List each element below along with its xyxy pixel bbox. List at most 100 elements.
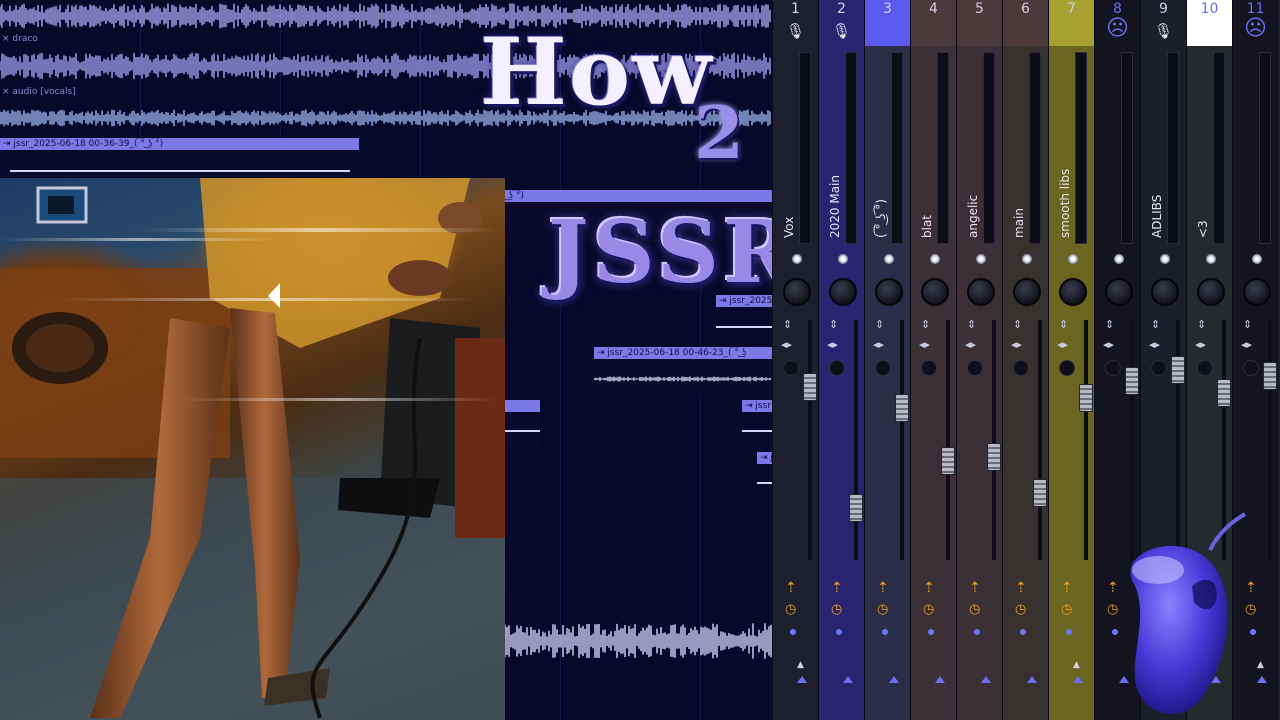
stereo-icon[interactable]: ◂▸ bbox=[873, 338, 884, 351]
enable-led[interactable] bbox=[976, 254, 986, 264]
updown-icon[interactable]: ⇕ bbox=[921, 318, 930, 331]
volume-fader[interactable] bbox=[941, 447, 955, 476]
stereo-sep-knob[interactable] bbox=[875, 360, 891, 376]
volume-fader[interactable] bbox=[1217, 379, 1231, 408]
strip-name[interactable]: ADLIBS bbox=[1150, 195, 1164, 238]
strip-name[interactable]: angelic bbox=[966, 195, 980, 238]
route-dot[interactable] bbox=[882, 629, 888, 635]
route-arrow-icon[interactable] bbox=[797, 676, 807, 683]
stereo-sep-knob[interactable] bbox=[1059, 360, 1075, 376]
mixer-strip-1[interactable]: 1 🎙 Vox ⇕ ◂▸ ⇡ ◷ ▲ bbox=[772, 0, 818, 720]
strip-name[interactable]: ( ͡° ͜ʖ ͡°) bbox=[874, 199, 888, 238]
updown-icon[interactable]: ⇕ bbox=[1013, 318, 1022, 331]
clock-icon[interactable]: ◷ bbox=[1015, 602, 1026, 617]
pan-knob[interactable] bbox=[1059, 278, 1087, 306]
enable-led[interactable] bbox=[1252, 254, 1262, 264]
stereo-icon[interactable]: ◂▸ bbox=[965, 338, 976, 351]
clock-icon[interactable]: ◷ bbox=[969, 602, 980, 617]
enable-led[interactable] bbox=[1114, 254, 1124, 264]
stereo-icon[interactable]: ◂▸ bbox=[919, 338, 930, 351]
route-dot[interactable] bbox=[1020, 629, 1026, 635]
audio-clip[interactable]: ⇥ jssr_2025-06-18 00-36-39_( ͡° ͜ʖ ͡°) bbox=[0, 138, 359, 150]
route-dot[interactable] bbox=[1250, 629, 1256, 635]
pan-knob[interactable] bbox=[1197, 278, 1225, 306]
volume-fader[interactable] bbox=[1125, 366, 1139, 395]
route-arrow-icon[interactable] bbox=[1257, 676, 1267, 683]
strip-name[interactable]: <3 bbox=[1196, 220, 1210, 238]
stereo-sep-knob[interactable] bbox=[829, 360, 845, 376]
updown-icon[interactable]: ⇕ bbox=[1059, 318, 1068, 331]
audio-clip[interactable]: ⇥ jss bbox=[757, 452, 772, 464]
route-dot[interactable] bbox=[1066, 629, 1072, 635]
pan-knob[interactable] bbox=[783, 278, 811, 306]
stereo-sep-knob[interactable] bbox=[1151, 360, 1167, 376]
volume-fader[interactable] bbox=[1171, 356, 1185, 385]
strip-name[interactable]: Vox bbox=[782, 217, 796, 238]
pan-knob[interactable] bbox=[1013, 278, 1041, 306]
stereo-sep-knob[interactable] bbox=[967, 360, 983, 376]
arrow-route-icon[interactable]: ⇡ bbox=[1061, 580, 1073, 596]
mixer-strip-3[interactable]: 3 ( ͡° ͜ʖ ͡°) ⇕ ◂▸ ⇡ ◷ bbox=[864, 0, 910, 720]
stereo-icon[interactable]: ◂▸ bbox=[1103, 338, 1114, 351]
route-arrow-icon[interactable] bbox=[1073, 676, 1083, 683]
updown-icon[interactable]: ⇕ bbox=[829, 318, 838, 331]
stereo-sep-knob[interactable] bbox=[783, 360, 799, 376]
arrow-route-icon[interactable]: ⇡ bbox=[1107, 580, 1119, 596]
stereo-icon[interactable]: ◂▸ bbox=[781, 338, 792, 351]
route-arrow-icon[interactable] bbox=[1027, 676, 1037, 683]
strip-name[interactable]: 2020 Main bbox=[828, 175, 842, 238]
mixer-strip-4[interactable]: 4 blat ⇕ ◂▸ ⇡ ◷ bbox=[910, 0, 956, 720]
updown-icon[interactable]: ⇕ bbox=[1105, 318, 1114, 331]
clock-icon[interactable]: ◷ bbox=[877, 602, 888, 617]
updown-icon[interactable]: ⇕ bbox=[875, 318, 884, 331]
strip-name[interactable]: main bbox=[1012, 208, 1026, 238]
expand-caret-icon[interactable]: ▲ bbox=[797, 660, 804, 670]
stereo-icon[interactable]: ◂▸ bbox=[827, 338, 838, 351]
route-dot[interactable] bbox=[836, 629, 842, 635]
updown-icon[interactable]: ⇕ bbox=[967, 318, 976, 331]
strip-name[interactable]: blat bbox=[920, 215, 934, 238]
stereo-icon[interactable]: ◂▸ bbox=[1011, 338, 1022, 351]
stereo-icon[interactable]: ◂▸ bbox=[1057, 338, 1068, 351]
volume-fader[interactable] bbox=[987, 442, 1001, 471]
pan-knob[interactable] bbox=[1243, 278, 1271, 306]
enable-led[interactable] bbox=[838, 254, 848, 264]
volume-fader[interactable] bbox=[1263, 362, 1277, 391]
stereo-sep-knob[interactable] bbox=[1013, 360, 1029, 376]
volume-fader[interactable] bbox=[803, 373, 817, 401]
stereo-sep-knob[interactable] bbox=[1105, 360, 1121, 376]
stereo-icon[interactable]: ◂▸ bbox=[1149, 338, 1160, 351]
volume-fader[interactable] bbox=[895, 394, 909, 423]
arrow-route-icon[interactable]: ⇡ bbox=[1015, 580, 1027, 596]
clip-waveform[interactable] bbox=[505, 620, 772, 662]
strip-name[interactable]: smooth libs bbox=[1058, 169, 1072, 238]
mixer-strip-5[interactable]: 5 angelic ⇕ ◂▸ ⇡ ◷ bbox=[956, 0, 1002, 720]
mixer-strip-2[interactable]: 2 🎙 2020 Main ⇕ ◂▸ ⇡ ◷ bbox=[818, 0, 864, 720]
route-dot[interactable] bbox=[974, 629, 980, 635]
enable-led[interactable] bbox=[792, 254, 802, 264]
route-arrow-icon[interactable] bbox=[889, 676, 899, 683]
audio-clip[interactable]: ͡° ͜ʖ ͡°) bbox=[498, 190, 772, 202]
audio-clip-body[interactable] bbox=[0, 150, 359, 178]
route-arrow-icon[interactable] bbox=[843, 676, 853, 683]
expand-caret-icon[interactable]: ▲ bbox=[1257, 660, 1264, 670]
clock-icon[interactable]: ◷ bbox=[1107, 602, 1118, 617]
clock-icon[interactable]: ◷ bbox=[831, 602, 842, 617]
stereo-icon[interactable]: ◂▸ bbox=[1241, 338, 1252, 351]
updown-icon[interactable]: ⇕ bbox=[783, 318, 792, 331]
enable-led[interactable] bbox=[1160, 254, 1170, 264]
volume-fader[interactable] bbox=[1033, 479, 1047, 507]
arrow-route-icon[interactable]: ⇡ bbox=[831, 580, 843, 596]
arrow-route-icon[interactable]: ⇡ bbox=[969, 580, 981, 596]
arrow-route-icon[interactable]: ⇡ bbox=[877, 580, 889, 596]
route-arrow-icon[interactable] bbox=[935, 676, 945, 683]
audio-clip[interactable]: ⇥ jssr bbox=[742, 400, 772, 412]
enable-led[interactable] bbox=[1206, 254, 1216, 264]
enable-led[interactable] bbox=[930, 254, 940, 264]
route-dot[interactable] bbox=[928, 629, 934, 635]
enable-led[interactable] bbox=[1022, 254, 1032, 264]
stereo-sep-knob[interactable] bbox=[1197, 360, 1213, 376]
route-arrow-icon[interactable] bbox=[981, 676, 991, 683]
stereo-sep-knob[interactable] bbox=[921, 360, 937, 376]
updown-icon[interactable]: ⇕ bbox=[1243, 318, 1252, 331]
